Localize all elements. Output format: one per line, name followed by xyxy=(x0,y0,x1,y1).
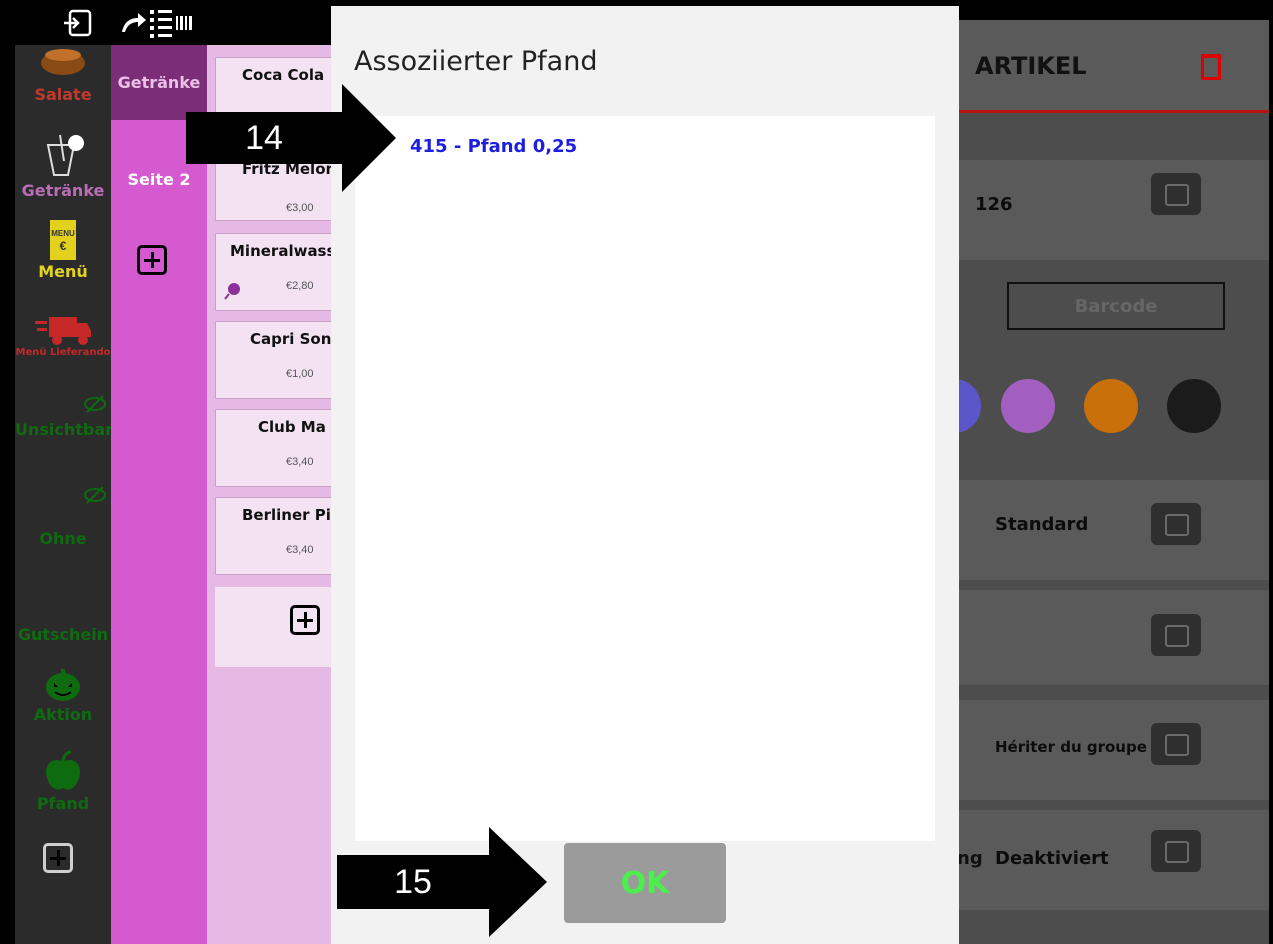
ok-button[interactable]: OK xyxy=(564,843,726,923)
article-panel: ARTIKEL 126 Barcode Standard Hériter du … xyxy=(927,0,1273,944)
assoziierter-pfand-dialog: Assoziierter Pfand 415 - Pfand 0,25 OK xyxy=(331,6,959,944)
status-row: ng Deaktiviert xyxy=(955,810,1269,910)
inherit-row: Hériter du groupe xyxy=(955,700,1269,800)
status-value: Deaktiviert xyxy=(995,848,1109,869)
redirect-list-icon[interactable] xyxy=(118,6,198,40)
empty-option-row xyxy=(955,590,1269,685)
top-toolbar xyxy=(0,0,330,45)
list-select-button[interactable] xyxy=(1151,503,1201,545)
printer-value: Standard xyxy=(995,514,1089,535)
trash-icon[interactable] xyxy=(1201,54,1221,80)
color-swatch[interactable] xyxy=(1167,379,1221,433)
inherit-value: Hériter du groupe xyxy=(995,738,1147,756)
barcode-input[interactable]: Barcode xyxy=(1007,282,1225,330)
dialog-title: Assoziierter Pfand xyxy=(354,46,598,77)
list-select-button[interactable] xyxy=(1151,830,1201,872)
color-swatch[interactable] xyxy=(1084,379,1138,433)
color-swatch[interactable] xyxy=(1001,379,1055,433)
article-number: 126 xyxy=(975,194,1013,215)
step-14-label: 14 xyxy=(245,118,283,157)
article-title: ARTIKEL xyxy=(975,52,1087,80)
list-select-button[interactable] xyxy=(1151,614,1201,656)
article-header: ARTIKEL xyxy=(955,20,1269,113)
pfand-list-item[interactable]: 415 - Pfand 0,25 xyxy=(410,136,577,157)
exit-icon[interactable] xyxy=(62,6,96,40)
pfand-list: 415 - Pfand 0,25 xyxy=(355,116,935,841)
article-number-row: 126 xyxy=(955,160,1269,260)
keypad-button[interactable] xyxy=(1151,173,1201,215)
list-select-button[interactable] xyxy=(1151,723,1201,765)
printer-row: Standard xyxy=(955,480,1269,580)
step-15-label: 15 xyxy=(394,862,432,901)
